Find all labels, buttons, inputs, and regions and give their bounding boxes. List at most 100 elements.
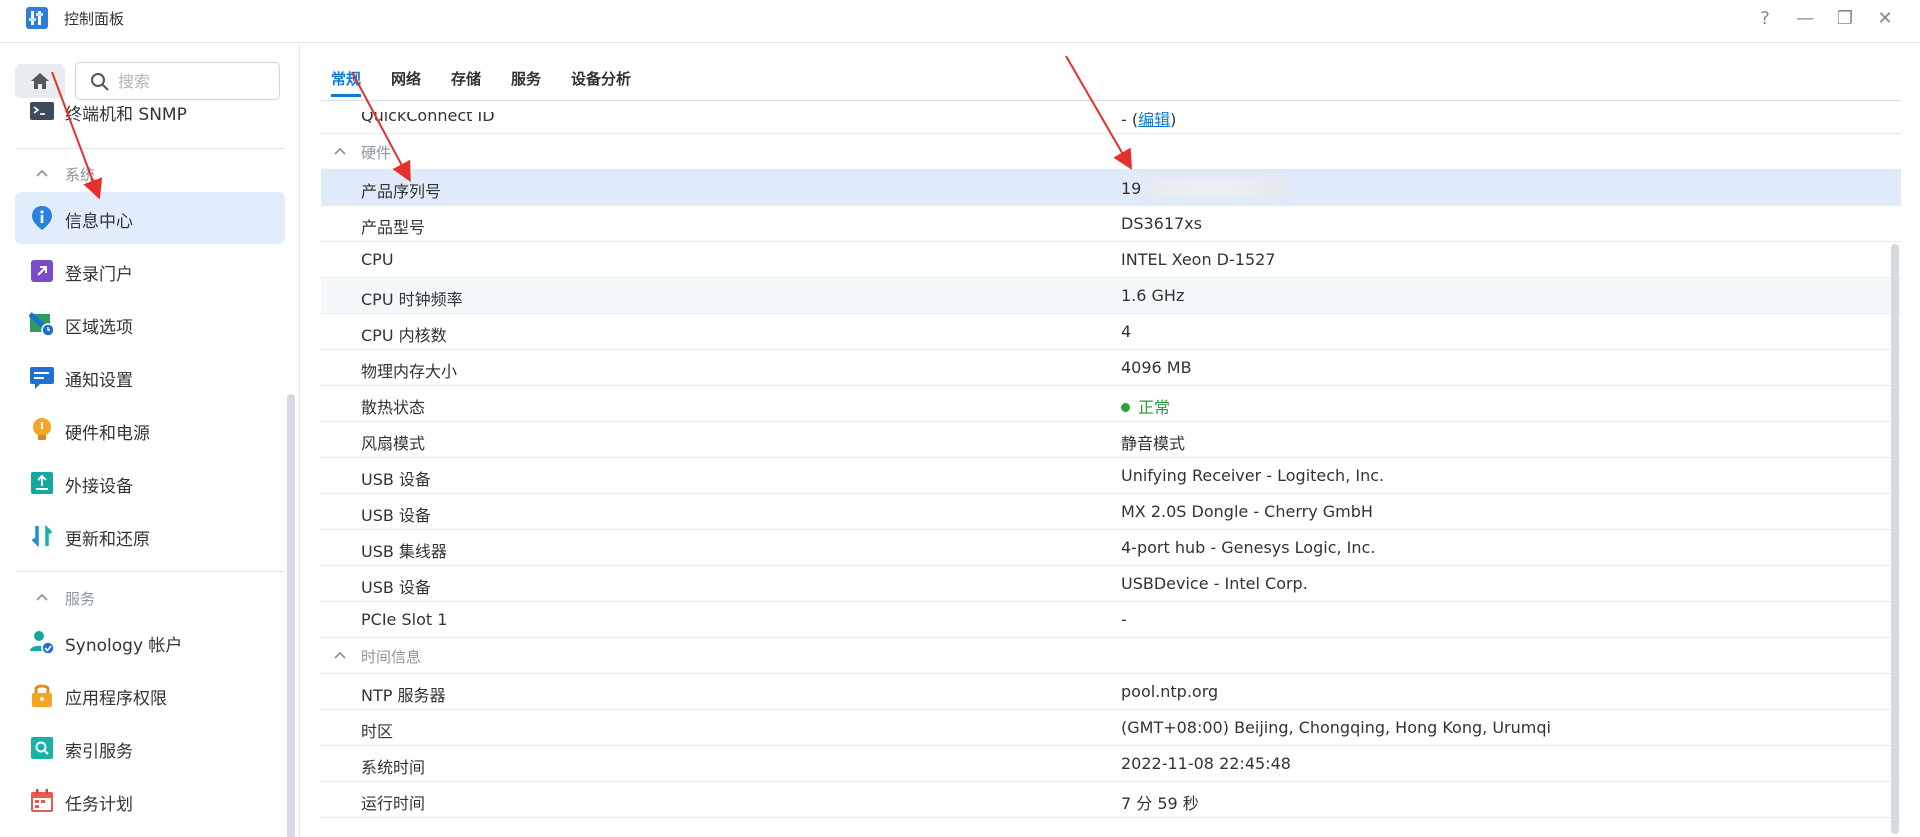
table-row[interactable]: NTP 服务器 pool.ntp.org <box>321 674 1901 710</box>
sidebar-item-label: 外接设备 <box>65 477 133 497</box>
control-panel-icon <box>26 7 48 29</box>
row-key: NTP 服务器 <box>361 686 446 705</box>
sidebar-item-label: 信息中心 <box>65 212 133 232</box>
notification-icon <box>30 367 54 389</box>
sidebar-item-login-portal[interactable]: 登录门户 <box>15 245 285 297</box>
calendar-icon <box>31 789 53 812</box>
sidebar-item-indexing-service[interactable]: 索引服务 <box>15 722 285 774</box>
external-device-icon <box>31 472 53 494</box>
table-row[interactable]: 产品型号 DS3617xs <box>321 206 1901 242</box>
divider <box>15 571 285 572</box>
row-key: 物理内存大小 <box>361 362 458 381</box>
table-row[interactable]: PCIe Slot 1 - <box>321 602 1901 638</box>
tab-storage[interactable]: 存储 <box>451 68 481 89</box>
sidebar-item-synology-account[interactable]: Synology 帐户 <box>15 616 285 668</box>
table-row[interactable]: CPU 内核数 4 <box>321 314 1901 350</box>
table-row[interactable]: 物理内存大小 4096 MB <box>321 350 1901 386</box>
row-key: 时区 <box>361 722 394 741</box>
account-icon <box>30 631 55 655</box>
table-row[interactable]: CPU INTEL Xeon D-1527 <box>321 242 1901 278</box>
bulb-icon <box>33 418 51 440</box>
sidebar-item-notification-settings[interactable]: 通知设置 <box>15 351 285 403</box>
tab-network[interactable]: 网络 <box>391 68 421 89</box>
close-icon[interactable]: ✕ <box>1872 6 1898 32</box>
table-row[interactable]: CPU 时钟频率 1.6 GHz <box>321 278 1901 314</box>
row-value: DS3617xs <box>1121 214 1202 233</box>
group-hardware[interactable]: 硬件 <box>321 134 1901 170</box>
table-row[interactable]: USB 设备 MX 2.0S Dongle - Cherry GmbH <box>321 494 1901 530</box>
sidebar-item-label: 索引服务 <box>65 742 133 762</box>
row-value: USBDevice - Intel Corp. <box>1121 574 1308 593</box>
tab-divider <box>321 100 1901 101</box>
portal-icon <box>31 260 53 282</box>
sidebar-item-region-options[interactable]: 区域选项 <box>15 298 285 350</box>
section-system[interactable]: 系统 <box>15 160 285 190</box>
row-value: Unifying Receiver - Logitech, Inc. <box>1121 466 1385 485</box>
row-key: 运行时间 <box>361 794 426 813</box>
sidebar-item-label: 区域选项 <box>65 318 133 338</box>
section-services[interactable]: 服务 <box>15 584 285 614</box>
group-label: 时间信息 <box>361 648 422 666</box>
sidebar-item-label: 应用程序权限 <box>65 689 167 709</box>
row-value: pool.ntp.org <box>1121 682 1219 701</box>
sidebar-scrollbar[interactable] <box>287 394 295 837</box>
sidebar-item-label: 任务计划 <box>65 795 133 815</box>
group-label: 硬件 <box>361 144 392 162</box>
chevron-up-icon <box>334 651 346 659</box>
table-row[interactable]: 产品序列号 19 <box>321 170 1901 206</box>
tab-device-analysis[interactable]: 设备分析 <box>571 68 631 89</box>
table-row[interactable]: USB 设备 USBDevice - Intel Corp. <box>321 566 1901 602</box>
status-value: 正常 <box>1121 394 1170 418</box>
title-bar: 控制面板 ? — ❐ ✕ <box>0 0 1920 43</box>
sidebar-item-update-restore[interactable]: 更新和还原 <box>15 510 285 562</box>
restore-icon[interactable]: ❐ <box>1832 6 1858 32</box>
sidebar-item-label: 终端机和 SNMP <box>65 105 187 125</box>
row-value: 4 <box>1121 322 1132 341</box>
update-icon <box>31 524 53 548</box>
divider <box>15 148 285 149</box>
table-row[interactable]: 散热状态 正常 <box>321 386 1901 422</box>
row-value: 7 分 59 秒 <box>1121 794 1199 813</box>
table-row[interactable]: 风扇模式 静音模式 <box>321 422 1901 458</box>
sidebar-item-terminal-snmp[interactable]: 终端机和 SNMP <box>15 100 285 130</box>
sidebar: 终端机和 SNMP 系统 信息中心 登录门户 区域选项 <box>0 44 300 837</box>
search-input[interactable] <box>116 69 271 93</box>
main-panel: 常规 网络 存储 服务 设备分析 QuickConnect ID - (编辑) … <box>301 44 1920 837</box>
sidebar-item-hardware-power[interactable]: 硬件和电源 <box>15 404 285 456</box>
row-key: PCIe Slot 1 <box>361 610 448 629</box>
row-key: USB 集线器 <box>361 542 447 561</box>
section-label: 服务 <box>65 590 96 608</box>
row-key: 系统时间 <box>361 758 426 777</box>
sidebar-item-label: 登录门户 <box>65 265 133 285</box>
redacted-area <box>1145 178 1286 198</box>
table-row[interactable]: 时区 (GMT+08:00) Beijing, Chongqing, Hong … <box>321 710 1901 746</box>
search-box[interactable] <box>75 62 280 100</box>
table-row[interactable]: 系统时间 2022-11-08 22:45:48 <box>321 746 1901 782</box>
tab-services[interactable]: 服务 <box>511 68 541 89</box>
group-time-info[interactable]: 时间信息 <box>321 638 1901 674</box>
chevron-up-icon <box>36 169 48 177</box>
row-key: 风扇模式 <box>361 434 426 453</box>
table-row[interactable]: USB 集线器 4-port hub - Genesys Logic, Inc. <box>321 530 1901 566</box>
row-key: CPU <box>361 250 394 269</box>
table-row[interactable]: 运行时间 7 分 59 秒 <box>321 782 1901 818</box>
sidebar-item-label: 硬件和电源 <box>65 424 150 444</box>
row-key: USB 设备 <box>361 578 431 597</box>
sidebar-item-external-devices[interactable]: 外接设备 <box>15 457 285 509</box>
status-dot-icon <box>1121 403 1130 412</box>
tab-general[interactable]: 常规 <box>331 68 362 97</box>
sidebar-item-info-center[interactable]: 信息中心 <box>15 192 285 244</box>
minimize-icon[interactable]: — <box>1792 6 1818 32</box>
table-row[interactable]: USB 设备 Unifying Receiver - Logitech, Inc… <box>321 458 1901 494</box>
help-icon[interactable]: ? <box>1752 6 1778 32</box>
row-key: USB 设备 <box>361 470 431 489</box>
row-value: MX 2.0S Dongle - Cherry GmbH <box>1121 502 1373 521</box>
sidebar-item-app-privileges[interactable]: 应用程序权限 <box>15 669 285 721</box>
content-scrollbar[interactable] <box>1891 244 1899 834</box>
row-value: 19 <box>1121 178 1286 198</box>
home-button[interactable] <box>15 64 65 98</box>
edit-link[interactable]: 编辑 <box>1138 112 1170 129</box>
row-value: INTEL Xeon D-1527 <box>1121 250 1276 269</box>
sidebar-item-task-scheduler[interactable]: 任务计划 <box>15 775 285 827</box>
lock-icon <box>32 684 52 707</box>
